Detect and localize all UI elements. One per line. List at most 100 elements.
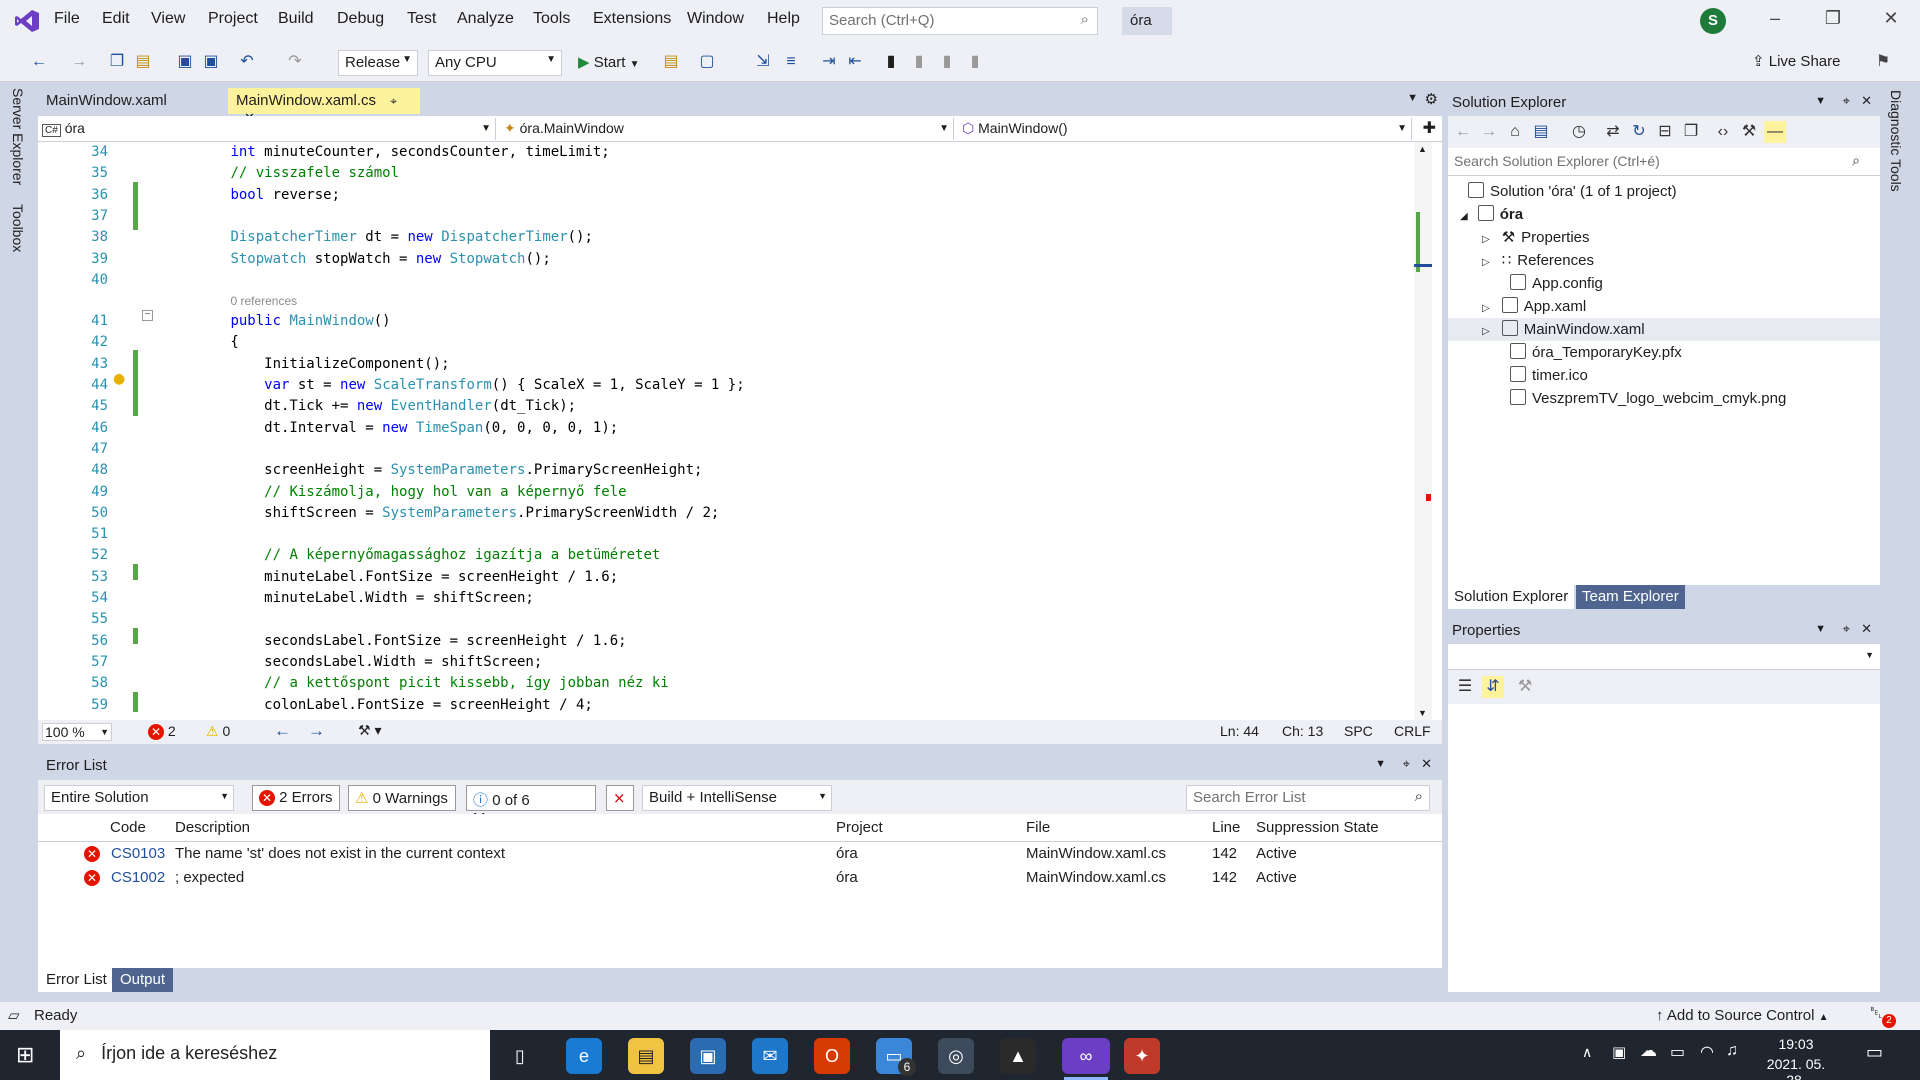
forward-icon[interactable]: → xyxy=(1478,121,1500,143)
menu-tools[interactable]: Tools xyxy=(533,10,570,28)
menu-build[interactable]: Build xyxy=(278,10,314,28)
bookmark-prev-icon[interactable]: ▮ xyxy=(908,51,930,73)
browser-icon[interactable]: ▢ xyxy=(696,51,718,73)
gear-icon[interactable]: ⚙ xyxy=(1425,90,1438,108)
column-code[interactable]: Code xyxy=(110,819,146,836)
store-icon[interactable]: ▣ xyxy=(690,1038,726,1074)
file-explorer-icon[interactable]: ▤ xyxy=(628,1038,664,1074)
code-editor[interactable]: 34 int minuteCounter, secondsCounter, ti… xyxy=(38,142,1442,720)
lightbulb-icon[interactable]: ● xyxy=(113,371,125,387)
onedrive-icon[interactable]: ☁ xyxy=(1640,1041,1657,1061)
errors-filter-button[interactable]: ✕ 2 Errors xyxy=(252,785,340,811)
tray-device-icon[interactable]: ▣ xyxy=(1612,1043,1626,1061)
close-window-button[interactable]: ✕ xyxy=(1876,8,1906,29)
tree-project[interactable]: ◢ óra xyxy=(1460,203,1523,226)
tab-mainwindow-xaml-cs[interactable]: MainWindow.xaml.cs ⌖ ✕ xyxy=(228,88,420,125)
source-control-button[interactable]: ↑ Add to Source Control ▲ xyxy=(1656,1007,1829,1024)
platform-dropdown[interactable]: Any CPU ▼ xyxy=(428,50,562,76)
column-line[interactable]: Line xyxy=(1212,819,1240,836)
office-icon[interactable]: O xyxy=(814,1038,850,1074)
column-suppression-state[interactable]: Suppression State xyxy=(1256,819,1379,836)
menu-project[interactable]: Project xyxy=(208,10,258,28)
table-row[interactable]: ✕ CS0103 The name 'st' does not exist in… xyxy=(38,842,1442,866)
tree-item-logo-png[interactable]: VeszpremTV_logo_webcim_cmyk.png xyxy=(1510,387,1786,410)
collapse-toggle[interactable]: − xyxy=(142,310,153,321)
column-description[interactable]: Description xyxy=(175,819,250,836)
notification-center-icon[interactable]: ▭ xyxy=(1866,1042,1883,1063)
volume-icon[interactable]: ♫ xyxy=(1726,1042,1738,1060)
menu-test[interactable]: Test xyxy=(407,10,436,28)
prev-issue-icon[interactable]: ← xyxy=(274,721,291,741)
menu-help[interactable]: Help xyxy=(767,10,800,28)
split-icon[interactable]: ✚ xyxy=(1423,118,1436,138)
menu-extensions[interactable]: Extensions xyxy=(593,10,671,28)
collapse-all-icon[interactable]: ⊟ xyxy=(1654,121,1676,143)
close-icon[interactable]: ✕ xyxy=(1861,93,1872,109)
build-filter-dropdown[interactable]: Build + IntelliSense ▼ xyxy=(642,785,832,811)
battery-icon[interactable]: ▭ xyxy=(1670,1042,1685,1062)
menu-edit[interactable]: Edit xyxy=(102,10,130,28)
menu-analyze[interactable]: Analyze xyxy=(457,10,514,28)
solution-explorer-search[interactable]: Search Solution Explorer (Ctrl+é) ⌕ xyxy=(1448,148,1880,176)
live-share-button[interactable]: ⇪ Live Share xyxy=(1752,52,1840,70)
comment-icon[interactable]: ≡ xyxy=(780,51,802,73)
code-cleanup-icon[interactable]: ⚒ ▾ xyxy=(358,722,381,739)
clock-time[interactable]: 19:03 xyxy=(1756,1036,1836,1052)
line-ending-indicator[interactable]: CRLF xyxy=(1394,723,1431,739)
tree-item-app-config[interactable]: App.config xyxy=(1510,272,1603,295)
column-file[interactable]: File xyxy=(1026,819,1050,836)
line-indicator[interactable]: Ln: 44 xyxy=(1220,723,1259,739)
column-indicator[interactable]: Ch: 13 xyxy=(1282,723,1323,739)
home-icon[interactable]: ⌂ xyxy=(1504,121,1526,143)
pin-icon[interactable]: ⌖ xyxy=(390,94,397,108)
bookmark-clear-icon[interactable]: ▮ xyxy=(964,51,986,73)
pin-icon[interactable]: ⌖ xyxy=(1843,93,1850,109)
menu-debug[interactable]: Debug xyxy=(337,10,384,28)
error-search-input[interactable]: Search Error List ⌕ xyxy=(1186,785,1430,811)
filter-toggle-icon[interactable]: ⨯ xyxy=(606,785,634,811)
folder-icon[interactable]: ▤ xyxy=(660,51,682,73)
member-dropdown[interactable]: ⬡ MainWindow() ▼ xyxy=(958,118,1412,140)
column-project[interactable]: Project xyxy=(836,819,883,836)
warnings-filter-button[interactable]: ⚠ 0 Warnings xyxy=(348,785,456,811)
notifications-bell-icon[interactable]: ␇ xyxy=(1870,1005,1883,1023)
server-explorer-tab[interactable]: Server Explorer xyxy=(10,88,26,185)
tab-team-explorer[interactable]: Team Explorer xyxy=(1576,585,1685,609)
class-dropdown[interactable]: ✦ óra.MainWindow ▼ xyxy=(500,118,954,140)
tree-item-properties[interactable]: ▷ ⚒ Properties xyxy=(1482,226,1590,249)
avatar[interactable]: S xyxy=(1700,8,1726,34)
tab-output[interactable]: Output xyxy=(112,968,174,992)
save-all-icon[interactable]: ▣ xyxy=(200,51,222,73)
tray-chevron-up-icon[interactable]: ∧ xyxy=(1582,1044,1592,1061)
tree-solution[interactable]: Solution 'óra' (1 of 1 project) xyxy=(1468,180,1677,203)
zoom-dropdown[interactable]: 100 % ▼ xyxy=(42,723,112,741)
clock-date[interactable]: 2021. 05. 28. xyxy=(1756,1056,1836,1080)
mail-icon[interactable]: ✉ xyxy=(752,1038,788,1074)
new-project-icon[interactable]: ❐ xyxy=(106,51,128,73)
diagnostic-tools-tab[interactable]: Diagnostic Tools xyxy=(1888,90,1904,192)
pending-changes-icon[interactable]: ◷ xyxy=(1568,121,1590,143)
categorized-icon[interactable]: ☰ xyxy=(1454,676,1476,698)
sync-icon[interactable]: ⇄ xyxy=(1602,121,1624,143)
alphabetical-icon[interactable]: ⇵ xyxy=(1482,676,1504,698)
whitespace-indicator[interactable]: SPC xyxy=(1344,723,1373,739)
wrench-icon[interactable]: ⚒ xyxy=(1738,121,1760,143)
save-icon[interactable]: ▣ xyxy=(174,51,196,73)
messages-filter-button[interactable]: ⓘ 0 of 6 Messages xyxy=(466,785,596,827)
chevron-down-icon[interactable]: ▼ xyxy=(1815,623,1826,635)
tree-item-app-xaml[interactable]: ▷ App.xaml xyxy=(1482,295,1586,318)
preview-icon[interactable]: — xyxy=(1764,121,1786,143)
vs-logo-icon[interactable] xyxy=(14,8,40,34)
error-code-link[interactable]: CS1002 xyxy=(111,869,165,886)
search-input[interactable]: Search (Ctrl+Q) ⌕ xyxy=(822,7,1098,35)
chevron-down-icon[interactable]: ▼ xyxy=(1375,758,1386,770)
wifi-icon[interactable]: ◠ xyxy=(1700,1042,1714,1062)
chevron-down-icon[interactable]: ▼ xyxy=(1815,95,1826,107)
tree-item-references[interactable]: ▷ ∷ References xyxy=(1482,249,1594,272)
tree-item-timer-ico[interactable]: timer.ico xyxy=(1510,364,1588,387)
menu-view[interactable]: View xyxy=(151,10,185,28)
next-issue-icon[interactable]: → xyxy=(308,721,325,741)
tree-item-mainwindow-xaml[interactable]: ▷ MainWindow.xaml xyxy=(1448,318,1880,341)
steam-icon[interactable]: ◎ xyxy=(938,1038,974,1074)
linux-tux-icon[interactable]: ▲ xyxy=(1000,1038,1036,1074)
